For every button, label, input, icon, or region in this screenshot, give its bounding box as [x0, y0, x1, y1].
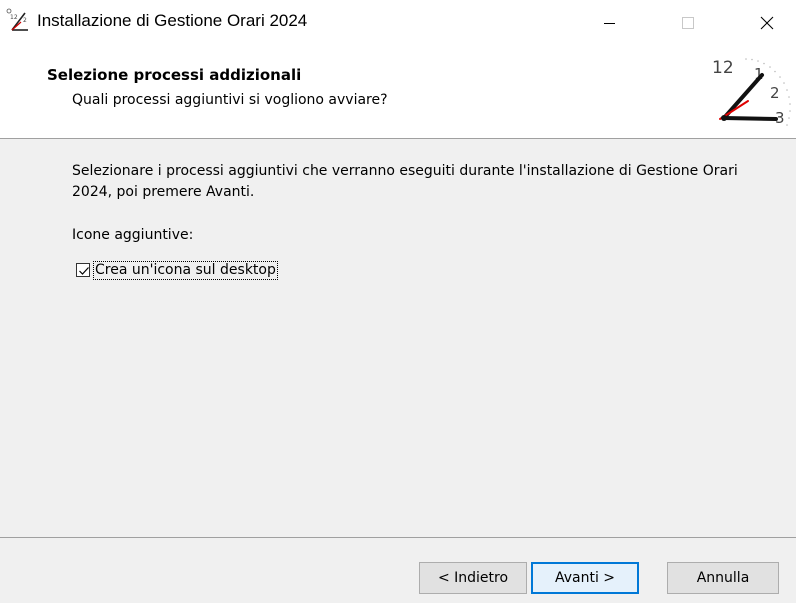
- instructions-text: Selezionare i processi aggiuntivi che ve…: [72, 163, 738, 200]
- close-icon: [760, 16, 774, 30]
- wizard-footer: < Indietro Avanti > Annulla: [0, 537, 796, 603]
- desktop-icon-option[interactable]: Crea un'icona sul desktop: [76, 259, 278, 281]
- minimize-button[interactable]: [580, 0, 638, 45]
- maximize-button: [658, 0, 716, 45]
- clock-app-icon: 12 2: [6, 8, 28, 31]
- title-bar[interactable]: 12 2 Installazione di Gestione Orari 202…: [0, 0, 796, 45]
- additional-icons-label: Icone aggiuntive:: [72, 227, 194, 243]
- clock-number-12: 12: [712, 58, 734, 78]
- desktop-icon-label[interactable]: Crea un'icona sul desktop: [93, 260, 278, 280]
- svg-text:12: 12: [10, 14, 18, 21]
- page-title: Selezione processi addizionali: [47, 66, 302, 84]
- minimize-icon: [604, 23, 615, 24]
- close-button[interactable]: [738, 0, 796, 45]
- wizard-header: Selezione processi addizionali Quali pro…: [0, 45, 796, 139]
- installer-window: 12 2 Installazione di Gestione Orari 202…: [0, 0, 796, 603]
- clock-number-2: 2: [770, 84, 780, 102]
- svg-text:2: 2: [23, 17, 27, 24]
- maximize-icon: [682, 17, 694, 29]
- cancel-button[interactable]: Annulla: [667, 562, 779, 594]
- window-title: Installazione di Gestione Orari 2024: [37, 11, 308, 30]
- checkmark-icon: [79, 267, 89, 275]
- back-button[interactable]: < Indietro: [419, 562, 527, 594]
- next-button[interactable]: Avanti >: [531, 562, 639, 594]
- clock-logo: 12 1 2 3: [712, 58, 791, 127]
- wizard-body: Selezionare i processi aggiuntivi che ve…: [0, 139, 796, 537]
- page-subtitle: Quali processi aggiuntivi si vogliono av…: [72, 92, 388, 108]
- desktop-icon-checkbox[interactable]: [76, 263, 90, 277]
